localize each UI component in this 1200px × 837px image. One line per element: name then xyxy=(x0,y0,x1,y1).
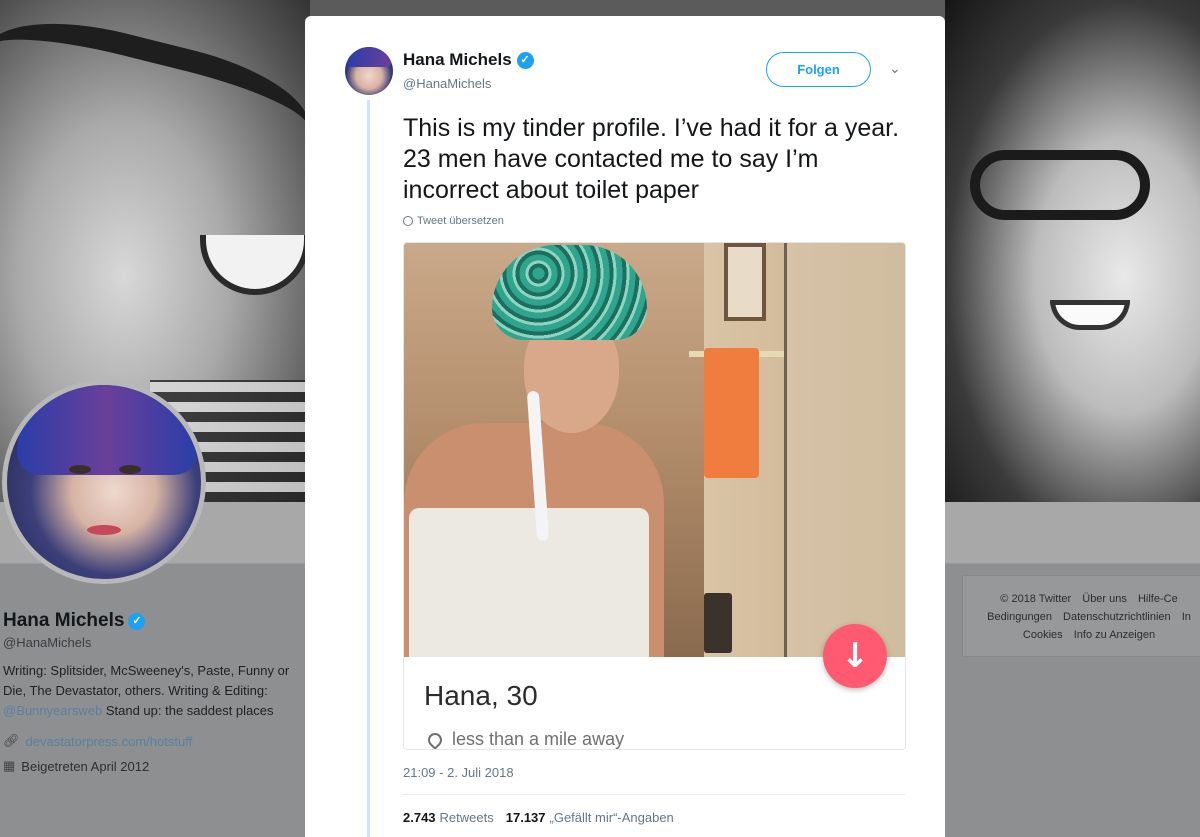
tweet-author-handle[interactable]: @HanaMichels xyxy=(403,76,491,91)
profile-bio: Writing: Splitsider, McSweeney's, Paste,… xyxy=(3,661,295,721)
verified-badge-icon: ✓ xyxy=(516,51,534,69)
avatar-eye-right xyxy=(119,465,141,474)
tweet-text: This is my tinder profile. I’ve had it f… xyxy=(403,114,900,204)
retweets-stat[interactable]: 2.743 Retweets xyxy=(403,810,494,825)
footer-more-link[interactable]: In xyxy=(1182,611,1191,623)
banner-glasses-shape-right xyxy=(970,150,1150,220)
tweet-author-name[interactable]: Hana Michels xyxy=(403,50,512,70)
profile-name-row: Hana Michels ✓ xyxy=(3,610,303,632)
footer-ads-info-link[interactable]: Info zu Anzeigen xyxy=(1074,629,1155,641)
chevron-down-icon[interactable]: ⌄ xyxy=(889,60,901,77)
verified-badge-icon: ✓ xyxy=(128,612,146,630)
photo-orange-towel xyxy=(704,348,759,478)
tweet-stats: 2.743 Retweets 17.137 „Gefällt mir“-Angabe… xyxy=(403,810,674,825)
likes-stat[interactable]: 17.137 „Gefällt mir“-Angaben xyxy=(506,810,674,825)
footer-help-link[interactable]: Hilfe-Ce xyxy=(1138,593,1178,605)
profile-website-row: 🔗︎ devastatorpress.com/hotstuff xyxy=(3,733,303,749)
card-distance-row: less than a mile away xyxy=(425,729,625,749)
footer-links: © 2018 Twitter Über uns Hilfe-Ce Bedingu… xyxy=(962,575,1200,657)
footer-cookies-link[interactable]: Cookies xyxy=(1023,629,1063,641)
calendar-icon: ▦ xyxy=(3,758,16,773)
photo-towel-wrap xyxy=(409,508,649,657)
avatar-hair-shape xyxy=(17,385,197,475)
bio-text: Writing: Splitsider, McSweeney's, Paste,… xyxy=(3,663,290,698)
footer-privacy-link[interactable]: Datenschutzrichtlinien xyxy=(1063,611,1171,623)
bio-mention-link[interactable]: @Bunnyearsweb xyxy=(3,703,102,718)
card-distance: less than a mile away xyxy=(452,729,625,749)
profile-avatar[interactable] xyxy=(2,380,206,584)
tweet-avatar-hair xyxy=(347,47,391,67)
banner-photo-right xyxy=(945,0,1200,502)
card-name-age: Hana, 30 xyxy=(424,680,538,711)
profile-card: Hana Michels ✓ @HanaMichels Writing: Spl… xyxy=(3,610,303,774)
footer-terms-link[interactable]: Bedingungen xyxy=(987,611,1052,623)
profile-website-link[interactable]: devastatorpress.com/hotstuff xyxy=(26,734,193,749)
retweets-count: 2.743 xyxy=(403,810,436,825)
banner-smile-shape xyxy=(200,235,310,295)
profile-name[interactable]: Hana Michels xyxy=(3,610,124,632)
footer-about-link[interactable]: Über uns xyxy=(1082,593,1127,605)
tweet-image-card[interactable]: ↓ Hana, 30 less than a mile away xyxy=(403,242,906,750)
tweet-author-name-row[interactable]: Hana Michels ✓ xyxy=(403,50,534,70)
photo-shower-cap xyxy=(492,245,647,340)
tweet-author-avatar[interactable] xyxy=(345,47,393,95)
globe-icon xyxy=(403,216,413,226)
tweet-timestamp[interactable]: 21:09 - 2. Juli 2018 xyxy=(403,765,514,780)
photo-toilet-paper-holder xyxy=(704,593,732,653)
follow-button[interactable]: Folgen xyxy=(766,52,871,87)
photo-picture-frame xyxy=(724,243,766,321)
stats-divider xyxy=(403,794,905,795)
tinder-profile-photo[interactable] xyxy=(404,243,905,657)
photo-shower-glass xyxy=(784,243,905,657)
tweet-modal: Hana Michels ✓ @HanaMichels Folgen ⌄ Thi… xyxy=(305,16,945,837)
likes-label: „Gefällt mir“-Angaben xyxy=(549,810,674,825)
avatar-lips xyxy=(87,525,121,535)
banner-teeth-shape xyxy=(1050,300,1130,330)
likes-count: 17.137 xyxy=(505,810,546,825)
banner-glasses-shape xyxy=(0,1,320,199)
profile-handle[interactable]: @HanaMichels xyxy=(3,635,303,650)
profile-joined: Beigetreten April 2012 xyxy=(21,758,150,774)
translate-tweet-link[interactable]: Tweet übersetzen xyxy=(403,215,504,227)
location-pin-icon xyxy=(425,729,445,749)
translate-label[interactable]: Tweet übersetzen xyxy=(417,215,504,227)
bio-tail: Stand up: the saddest places xyxy=(105,703,274,718)
retweets-label: Retweets xyxy=(439,810,494,825)
footer-copyright: © 2018 Twitter xyxy=(1000,593,1072,605)
arrow-down-icon[interactable]: ↓ xyxy=(823,624,887,688)
link-icon: 🔗︎ xyxy=(3,733,20,748)
thread-line xyxy=(367,100,370,837)
profile-joined-row: ▦ Beigetreten April 2012 xyxy=(3,758,303,774)
avatar-eye-left xyxy=(69,465,91,474)
